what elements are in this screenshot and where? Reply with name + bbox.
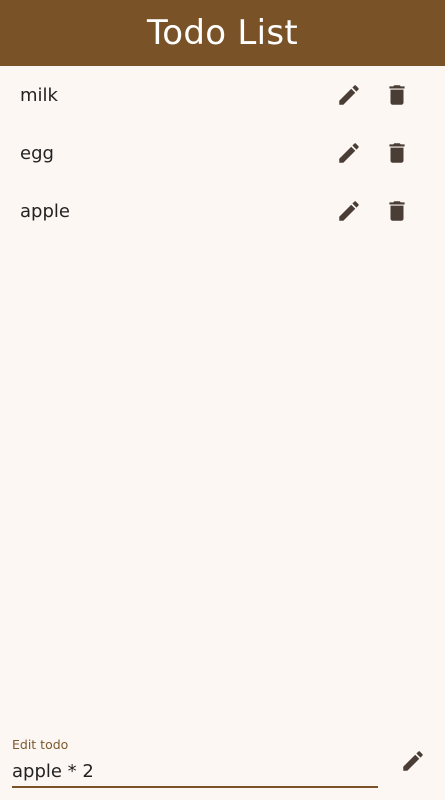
todo-item-text: egg: [20, 142, 54, 164]
delete-todo-button[interactable]: [380, 136, 414, 170]
pencil-icon: [403, 751, 423, 771]
edit-todo-button[interactable]: [332, 78, 366, 112]
app-bar: Todo List: [0, 0, 445, 66]
edit-todo-button[interactable]: [332, 136, 366, 170]
trash-icon: [389, 201, 405, 221]
delete-todo-button[interactable]: [380, 78, 414, 112]
pencil-icon: [339, 85, 359, 105]
list-item: apple: [0, 182, 445, 240]
page-title: Todo List: [146, 13, 299, 53]
trash-icon: [389, 85, 405, 105]
delete-todo-button[interactable]: [380, 194, 414, 228]
pencil-icon: [339, 143, 359, 163]
edit-todo-button[interactable]: [332, 194, 366, 228]
list-item: milk: [0, 66, 445, 124]
submit-edit-button[interactable]: [396, 744, 430, 778]
edit-todo-input[interactable]: [12, 756, 378, 788]
pencil-icon: [339, 201, 359, 221]
edit-todo-label: Edit todo: [12, 737, 69, 752]
edit-todo-form: Edit todo: [0, 730, 445, 800]
todo-item-text: milk: [20, 84, 58, 106]
trash-icon: [389, 143, 405, 163]
list-item: egg: [0, 124, 445, 182]
todo-item-text: apple: [20, 200, 70, 222]
todo-list: milk egg apple: [0, 66, 445, 240]
